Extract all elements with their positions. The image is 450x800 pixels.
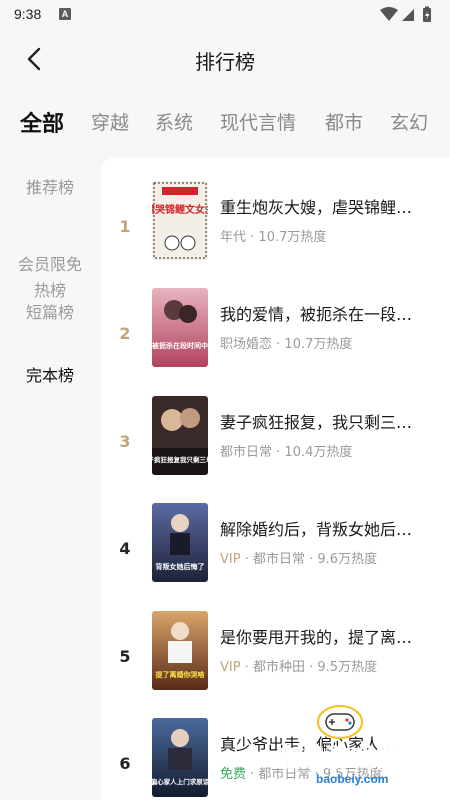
rank-number: 4 xyxy=(119,539,131,558)
book-heat: 9.5万热度 xyxy=(317,660,378,675)
rank-number: 1 xyxy=(119,217,131,236)
book-title: 真少爷出走，偏心家人… xyxy=(220,735,397,754)
battery-icon xyxy=(423,6,431,22)
sidebar-item-label: 会员限免 热榜 xyxy=(17,255,82,300)
tab-modern-romance[interactable]: 现代言情 xyxy=(220,108,296,135)
book-title: 妻子疯狂报复，我只剩三… xyxy=(220,413,413,432)
book-title: 是你要甩开我的，提了离… xyxy=(220,628,413,647)
sidebar-item-label: 短篇榜 xyxy=(25,303,74,322)
book-cover[interactable]: 虐哭锦鲤文女主 xyxy=(152,181,208,260)
book-category: 职场婚恋 xyxy=(220,337,273,352)
free-badge: 免费 xyxy=(220,767,247,782)
book-cover[interactable]: 偏心家人上门求原谅 xyxy=(152,718,208,797)
tab-fantasy[interactable]: 玄幻 xyxy=(390,108,428,135)
tab-all[interactable]: 全部 xyxy=(20,106,64,138)
sidebar-item-short[interactable]: 短篇榜 xyxy=(0,300,100,326)
book-meta: VIP · 都市日常 · 9.6万热度 xyxy=(220,552,378,567)
book-meta: 免费 · 都市日常 · 9.5万热度 xyxy=(220,767,383,782)
book-meta: VIP · 都市种田 · 9.5万热度 xyxy=(220,660,378,675)
vip-badge: VIP xyxy=(220,552,241,567)
book-category: 都市种田 xyxy=(252,660,305,675)
sidebar-item-label: 完本榜 xyxy=(25,366,74,385)
book-cover[interactable]: 提了离婚你哭啥 xyxy=(152,611,208,690)
book-heat: 10.4万热度 xyxy=(284,445,353,460)
header: 排行榜 xyxy=(0,30,450,88)
category-tabs: 全部 穿越 系统 现代言情 都市 玄幻 xyxy=(0,100,450,144)
book-row[interactable]: 2 被扼杀在段时间中 我的爱情，被扼杀在一段… 职场婚恋 · 10.7万热度 xyxy=(101,288,450,388)
cover-title-text: 妻子疯狂报复我只剩三年？ xyxy=(152,455,208,464)
book-category: 年代 xyxy=(220,230,247,245)
book-heat: 9.6万热度 xyxy=(317,552,378,567)
status-time: 9:38 xyxy=(14,6,42,22)
book-category: 都市日常 xyxy=(258,767,311,782)
system-status-icons xyxy=(380,6,431,22)
tab-urban[interactable]: 都市 xyxy=(325,108,363,135)
book-heat: 10.7万热度 xyxy=(284,337,353,352)
rank-number: 2 xyxy=(119,324,131,343)
book-cover[interactable]: 妻子疯狂报复我只剩三年？ xyxy=(152,396,208,475)
signal-icon xyxy=(402,9,414,21)
cover-title-text: 提了离婚你哭啥 xyxy=(155,670,206,679)
book-heat: 10.7万热度 xyxy=(258,230,327,245)
book-meta: 年代 · 10.7万热度 xyxy=(220,230,327,245)
sidebar-item-member-free[interactable]: 会员限免 热榜 xyxy=(0,226,100,304)
rank-number: 5 xyxy=(119,647,131,666)
book-title: 重生炮灰大嫂，虐哭锦鲤… xyxy=(220,198,413,217)
book-row[interactable]: 6 偏心家人上门求原谅 真少爷出走，偏心家人… 免费 · 都市日常 · 9.5万… xyxy=(101,718,450,800)
book-meta: 职场婚恋 · 10.7万热度 xyxy=(220,337,353,352)
book-row[interactable]: 3 妻子疯狂报复我只剩三年？ 妻子疯狂报复，我只剩三… 都市日常 · 10.4万… xyxy=(101,396,450,496)
book-title: 我的爱情，被扼杀在一段… xyxy=(220,305,413,324)
wifi-icon xyxy=(380,7,398,21)
cover-title-text: 虐哭锦鲤文女主 xyxy=(152,203,208,216)
book-row[interactable]: 5 提了离婚你哭啥 是你要甩开我的，提了离… VIP · 都市种田 · 9.5万… xyxy=(101,611,450,711)
book-category: 都市日常 xyxy=(252,552,305,567)
book-title: 解除婚约后，背叛女她后… xyxy=(220,520,413,539)
book-row[interactable]: 1 虐哭锦鲤文女主 重生炮灰大嫂，虐哭锦鲤… 年代 · 10.7万热度 xyxy=(101,181,450,281)
book-list-panel: 1 虐哭锦鲤文女主 重生炮灰大嫂，虐哭锦鲤… 年代 · 10.7万热度 2 被扼… xyxy=(101,157,450,800)
rank-number: 6 xyxy=(119,754,131,773)
page-title: 排行榜 xyxy=(195,50,255,74)
tab-system[interactable]: 系统 xyxy=(155,108,193,135)
sidebar-item-label: 推荐榜 xyxy=(25,178,74,197)
cover-title-text: 背叛女她后悔了 xyxy=(156,562,205,571)
book-heat: 9.5万热度 xyxy=(322,767,383,782)
rank-number: 3 xyxy=(119,432,131,451)
book-meta: 都市日常 · 10.4万热度 xyxy=(220,445,353,460)
tab-time-travel[interactable]: 穿越 xyxy=(91,108,129,135)
status-bar: 9:38 A xyxy=(0,0,450,30)
book-cover[interactable]: 被扼杀在段时间中 xyxy=(152,288,208,367)
book-row[interactable]: 4 背叛女她后悔了 解除婚约后，背叛女她后… VIP · 都市日常 · 9.6万… xyxy=(101,503,450,603)
sidebar-item-recommended[interactable]: 推荐榜 xyxy=(0,175,100,201)
cover-title-text: 偏心家人上门求原谅 xyxy=(152,777,208,786)
sidebar-item-completed[interactable]: 完本榜 xyxy=(0,363,100,389)
vip-badge: VIP xyxy=(220,660,241,675)
book-category: 都市日常 xyxy=(220,445,273,460)
book-cover[interactable]: 背叛女她后悔了 xyxy=(152,503,208,582)
notification-a-icon: A xyxy=(59,8,71,20)
cover-title-text: 被扼杀在段时间中 xyxy=(152,341,208,350)
